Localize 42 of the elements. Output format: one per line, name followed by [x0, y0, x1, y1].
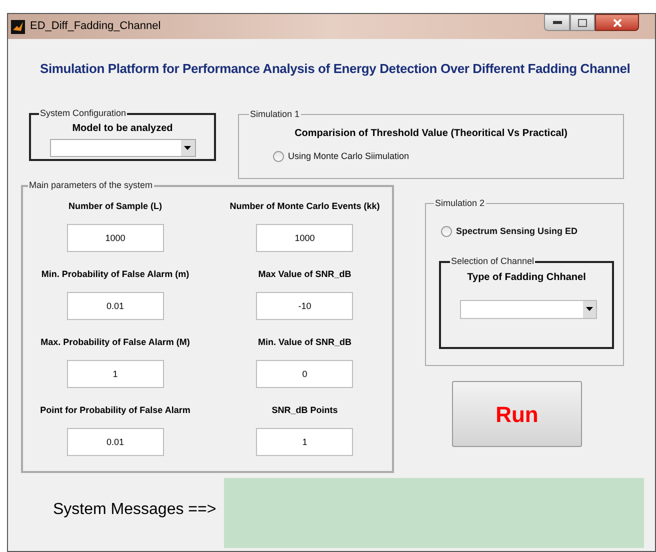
maximize-icon [578, 18, 587, 26]
field-label: Min. Probability of False Alarm (m) [41, 268, 190, 281]
dropdown-arrow-icon [586, 307, 593, 311]
window-title: ED_Diff_Fadding_Channel [30, 19, 161, 34]
radio-button[interactable] [273, 151, 284, 162]
close-icon [612, 18, 622, 26]
input-field[interactable]: 0 [256, 360, 354, 388]
minimize-button[interactable] [544, 14, 570, 31]
channel-dropdown[interactable] [460, 300, 597, 318]
field-label: Max Value of SNR_dB [258, 268, 352, 281]
model-dropdown[interactable] [50, 139, 196, 157]
field-label: Number of Monte Carlo Events (kk) [230, 200, 380, 213]
input-field[interactable]: 0.01 [66, 428, 164, 456]
radio-label: Using Monte Carlo Siimulation [288, 150, 410, 163]
maximize-button[interactable] [570, 14, 595, 31]
field-label: Min. Value of SNR_dB [258, 336, 352, 349]
radio-label: Spectrum Sensing Using ED [456, 225, 578, 238]
input-field[interactable]: 1000 [256, 224, 354, 252]
panel-title: Selection of Channel [450, 254, 536, 266]
app-logo-icon [11, 20, 25, 34]
heading: Simulation Platform for Performance Analysis of Energy Detection Over Different Fadding Channel [40, 60, 630, 78]
section-label: Comparision of Threshold Value (Theoritical Vs Practical) [294, 127, 568, 141]
close-button[interactable] [595, 14, 639, 31]
panel-title: Simulation 1 [249, 108, 301, 120]
input-field[interactable]: 1000 [66, 224, 164, 252]
dropdown-arrow-icon [184, 146, 191, 150]
input-field[interactable]: 1 [256, 428, 354, 456]
field-label: Point for Probability of False Alarm [40, 404, 190, 417]
field-label: SNR_dB Points [272, 404, 338, 417]
input-field[interactable]: 1 [66, 360, 164, 388]
panel-title: Main parameters of the system [28, 179, 154, 191]
panel-title: Simulation 2 [434, 197, 486, 209]
field-label: Number of Sample (L) [68, 200, 162, 213]
field-label: Type of Fadding Chhanel [466, 270, 587, 284]
input-field[interactable]: -10 [256, 292, 354, 320]
field-label: Max. Probability of False Alarm (M) [40, 336, 190, 349]
input-field[interactable]: 0.01 [66, 292, 164, 320]
messages-label: System Messages ==> [53, 500, 216, 520]
panel-title: System Configuration [39, 107, 128, 119]
field-label: Model to be analyzed [72, 122, 173, 136]
radio-button[interactable] [441, 226, 452, 238]
minimize-icon [552, 21, 562, 24]
